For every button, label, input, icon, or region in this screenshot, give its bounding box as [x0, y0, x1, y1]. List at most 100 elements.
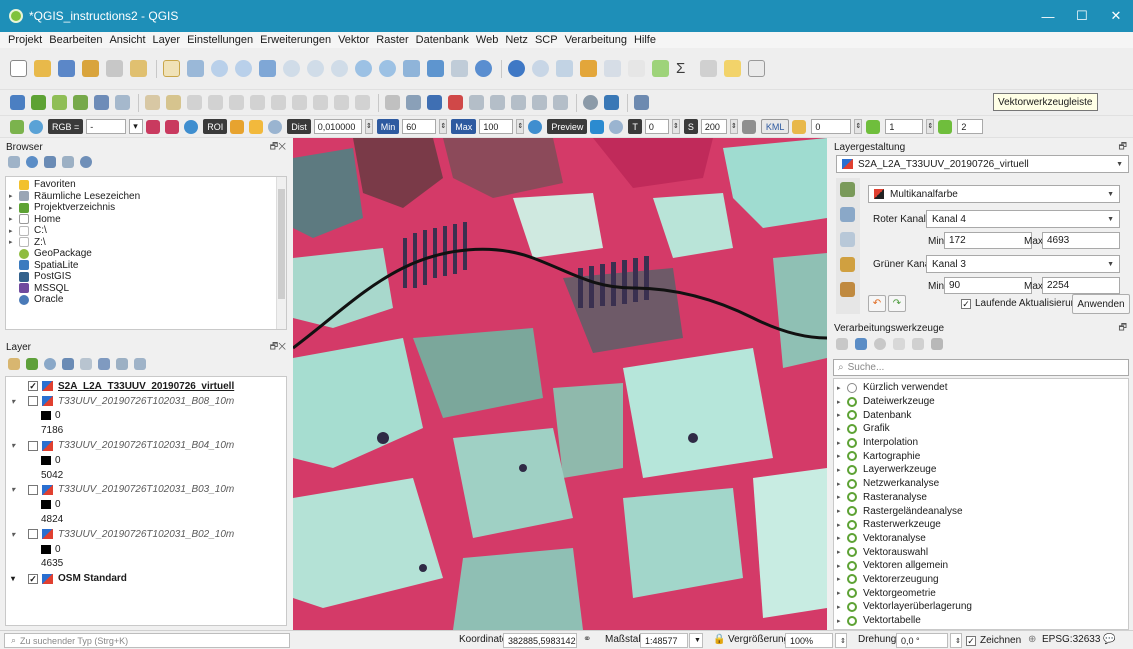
deselect-icon[interactable]	[580, 60, 597, 77]
scp-main-icon[interactable]	[10, 119, 24, 134]
statistics-icon[interactable]: Σ	[676, 60, 693, 77]
label-rotate-icon[interactable]	[511, 95, 526, 110]
processing-item[interactable]: ▸ Grafik	[834, 422, 1128, 436]
messages-icon[interactable]: 💬	[1103, 634, 1115, 645]
cut-icon[interactable]	[271, 95, 286, 110]
scp-zoom-icon[interactable]	[29, 119, 43, 134]
filter-legend-icon[interactable]	[62, 358, 74, 370]
red-band-combo[interactable]: Kanal 4 ▼	[926, 210, 1120, 228]
browser-scroll-thumb[interactable]	[278, 189, 285, 299]
processing-item[interactable]: ▸ Vektoranalyse	[834, 532, 1128, 546]
python-console-icon[interactable]	[604, 95, 619, 110]
tree-item[interactable]: PostGIS	[6, 271, 286, 283]
tree-item[interactable]: Oracle	[6, 294, 286, 306]
new-project-icon[interactable]	[10, 60, 27, 77]
layer-row[interactable]: ▾ T33UUV_20190726T102031_B03_10m	[6, 483, 286, 498]
remove-layer-icon[interactable]	[134, 358, 146, 370]
rendering-tab-icon[interactable]	[840, 257, 855, 272]
processing-item[interactable]: ▸ Rastergeländeanalyse	[834, 504, 1128, 518]
layer-row[interactable]: ▾ T33UUV_20190726T102031_B02_10m	[6, 527, 286, 542]
zoom-full-icon[interactable]	[259, 60, 276, 77]
pan-to-selection-icon[interactable]	[187, 60, 204, 77]
menu-ansicht[interactable]: Ansicht	[109, 34, 145, 46]
new-map-view-icon[interactable]	[403, 60, 420, 77]
bookmark-icon[interactable]	[451, 60, 468, 77]
identify-icon[interactable]	[508, 60, 525, 77]
label-show-icon[interactable]	[469, 95, 484, 110]
tree-item[interactable]: GeoPackage	[6, 248, 286, 260]
menu-datenbank[interactable]: Datenbank	[416, 34, 469, 46]
style-manager-icon[interactable]	[130, 60, 147, 77]
select-by-value-icon[interactable]	[556, 60, 573, 77]
label-properties-icon[interactable]	[553, 95, 568, 110]
menu-netz[interactable]: Netz	[505, 34, 528, 46]
map-tips-icon[interactable]	[724, 60, 741, 77]
layer-checkbox[interactable]: ✓	[28, 573, 38, 584]
menu-bearbeiten[interactable]: Bearbeiten	[49, 34, 102, 46]
dist-spin-icon[interactable]: ⇕	[364, 119, 373, 134]
rotation-field[interactable]: 0,0 °	[896, 633, 948, 648]
scp-zoom2-icon[interactable]	[184, 119, 199, 134]
scp-preview-zoom-icon[interactable]	[528, 119, 543, 134]
coordinate-field[interactable]: 382885,5983142	[503, 633, 577, 648]
layer-checkbox[interactable]	[28, 484, 38, 495]
processing-item[interactable]: ▸ Vektorauswahl	[834, 545, 1128, 559]
processing-item[interactable]: ▸ Kartographie	[834, 449, 1128, 463]
menu-raster[interactable]: Raster	[376, 34, 408, 46]
select-features-icon[interactable]	[532, 60, 549, 77]
results-icon[interactable]	[893, 338, 905, 350]
scp-field-a-spin-icon[interactable]: ⇕	[854, 119, 863, 134]
properties-icon[interactable]	[80, 156, 92, 168]
coordinate-toggle-icon[interactable]: ⚭	[583, 634, 591, 645]
processing-item[interactable]: ▸ Vektorerzeugung	[834, 573, 1128, 587]
map-canvas[interactable]	[293, 138, 827, 630]
crs-button[interactable]: EPSG:32633	[1042, 634, 1100, 645]
copy-icon[interactable]	[292, 95, 307, 110]
edit-in-place-icon[interactable]	[912, 338, 924, 350]
green-min-input[interactable]: 90	[944, 277, 1032, 294]
filter-expression-icon[interactable]	[80, 358, 92, 370]
new-print-layout-icon[interactable]	[82, 60, 99, 77]
apply-button[interactable]: Anwenden	[1072, 294, 1130, 314]
add-group-icon[interactable]	[26, 358, 38, 370]
save-project-icon[interactable]	[58, 60, 75, 77]
tree-item[interactable]: ▸ C:\	[6, 225, 286, 237]
redo-icon[interactable]	[355, 95, 370, 110]
temporal-icon[interactable]	[427, 60, 444, 77]
rgb-dropdown-icon[interactable]: ▾	[129, 119, 144, 134]
digitize-icon[interactable]	[73, 95, 88, 110]
manage-theme-icon[interactable]	[44, 358, 56, 370]
layer-checkbox[interactable]	[28, 440, 38, 451]
scp-add-icon[interactable]	[249, 119, 264, 134]
max-input[interactable]: 100	[479, 119, 514, 134]
zoom-field[interactable]: 100%	[785, 633, 833, 648]
processing-item[interactable]: ▸ Rasteranalyse	[834, 491, 1128, 505]
undo-icon[interactable]	[334, 95, 349, 110]
scp-field-c[interactable]: 2	[957, 119, 984, 134]
locator-search-input[interactable]: ⌕ Zu suchender Typ (Strg+K)	[4, 633, 290, 648]
measure-icon[interactable]	[700, 60, 717, 77]
processing-search-input[interactable]: ⌕ Suche...	[833, 359, 1129, 376]
zoom-native-icon[interactable]	[331, 60, 348, 77]
render-checkbox[interactable]: ✓	[966, 635, 976, 646]
rotation-spin-icon[interactable]: ⇕	[950, 633, 962, 648]
models-icon[interactable]	[836, 338, 848, 350]
menu-verarbeitung[interactable]: Verarbeitung	[565, 34, 627, 46]
processing-item[interactable]: ▸ Interpolation	[834, 436, 1128, 450]
undo-style-icon[interactable]: ↶	[868, 295, 886, 312]
new-layer-icon[interactable]	[31, 95, 46, 110]
open-project-icon[interactable]	[34, 60, 51, 77]
close-button[interactable]: ✕	[1099, 0, 1133, 32]
menu-vektor[interactable]: Vektor	[338, 34, 369, 46]
label-abc-icon[interactable]	[427, 95, 442, 110]
vertex-tool-icon[interactable]	[208, 95, 223, 110]
t-spin-icon[interactable]: ⇕	[671, 119, 680, 134]
label-pin-icon[interactable]	[406, 95, 421, 110]
scp-field-a[interactable]: 0	[811, 119, 852, 134]
menu-erweiterungen[interactable]: Erweiterungen	[260, 34, 331, 46]
red-max-input[interactable]: 4693	[1042, 232, 1120, 249]
transparency-tab-icon[interactable]	[840, 207, 855, 222]
layer-style-icon[interactable]	[8, 358, 20, 370]
red-min-input[interactable]: 172	[944, 232, 1032, 249]
history-tab-icon[interactable]	[840, 282, 855, 297]
